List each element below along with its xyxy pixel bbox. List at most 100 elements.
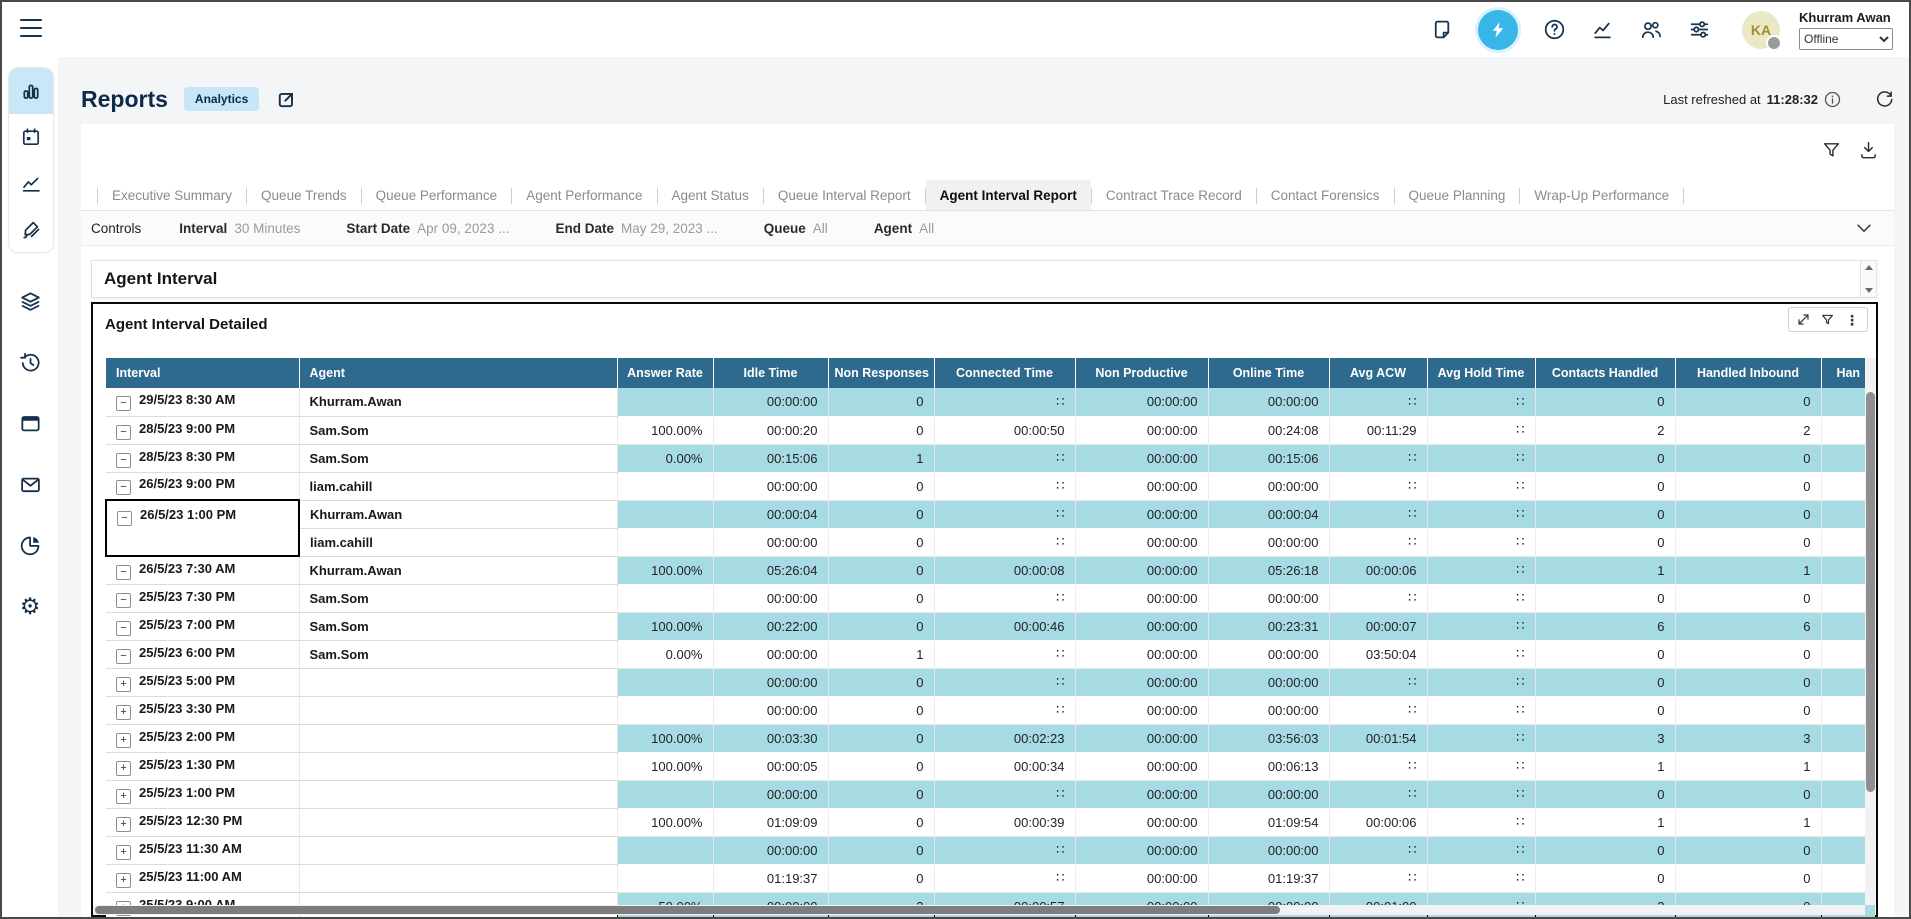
table-row[interactable]: +25/5/23 11:00 AM01:19:370∷00:00:0001:19… <box>106 864 1875 892</box>
table-row[interactable]: −28/5/23 8:30 PMSam.Som0.00%00:15:061∷00… <box>106 444 1875 472</box>
interval-cell[interactable]: +25/5/23 2:00 PM <box>106 724 299 752</box>
tab-wrap-up-performance[interactable]: Wrap-Up Performance <box>1520 180 1683 210</box>
vertical-scroll-thumb[interactable] <box>1866 392 1875 792</box>
page-scrollbar[interactable] <box>1860 261 1876 297</box>
focus-mode-icon[interactable] <box>1797 313 1810 326</box>
download-icon[interactable] <box>1859 140 1878 159</box>
refresh-icon[interactable] <box>1875 90 1894 109</box>
table-row[interactable]: liam.cahill00:00:000∷00:00:0000:00:00∷∷0… <box>106 528 1875 556</box>
settings-sliders-icon[interactable] <box>1688 18 1711 41</box>
table-row[interactable]: +25/5/23 3:30 PM00:00:000∷00:00:0000:00:… <box>106 696 1875 724</box>
more-options-icon[interactable]: ⋮ <box>1845 313 1859 327</box>
column-header-avg-hold-time[interactable]: Avg Hold Time <box>1427 358 1535 388</box>
column-header-avg-acw[interactable]: Avg ACW <box>1329 358 1427 388</box>
interval-cell[interactable]: −25/5/23 7:00 PM <box>106 612 299 640</box>
table-row[interactable]: −28/5/23 9:00 PMSam.Som100.00%00:00:2000… <box>106 416 1875 444</box>
interval-cell[interactable]: −28/5/23 9:00 PM <box>106 416 299 444</box>
collapse-row-icon[interactable]: − <box>116 593 131 608</box>
tab-executive-summary[interactable]: Executive Summary <box>98 180 246 210</box>
table-row[interactable]: −29/5/23 8:30 AMKhurram.Awan00:00:000∷00… <box>106 388 1875 416</box>
control-start-date[interactable]: Start DateApr 09, 2023 ... <box>346 221 509 236</box>
flash-icon[interactable] <box>1478 10 1518 50</box>
interval-cell[interactable]: +25/5/23 11:00 AM <box>106 864 299 892</box>
collapse-row-icon[interactable]: − <box>116 396 131 411</box>
agent-cell[interactable] <box>299 808 617 836</box>
interval-cell[interactable]: −26/5/23 1:00 PM <box>106 500 299 556</box>
hamburger-menu-icon[interactable] <box>20 19 42 37</box>
tab-agent-status[interactable]: Agent Status <box>658 180 763 210</box>
column-header-contacts-handled[interactable]: Contacts Handled <box>1535 358 1675 388</box>
collapse-row-icon[interactable]: − <box>117 511 132 526</box>
interval-cell[interactable]: +25/5/23 5:00 PM <box>106 668 299 696</box>
sidebar-item-layers[interactable] <box>2 279 58 323</box>
chevron-down-icon[interactable] <box>1854 218 1874 238</box>
note-icon[interactable] <box>1430 18 1453 41</box>
interval-cell[interactable]: +25/5/23 1:00 PM <box>106 780 299 808</box>
column-header-online-time[interactable]: Online Time <box>1208 358 1329 388</box>
table-row[interactable]: +25/5/23 1:00 PM00:00:000∷00:00:0000:00:… <box>106 780 1875 808</box>
expand-row-icon[interactable]: + <box>116 817 131 832</box>
expand-row-icon[interactable]: + <box>116 677 131 692</box>
sidebar-item-settings[interactable]: ⚙ <box>2 584 58 628</box>
column-header-agent[interactable]: Agent <box>299 358 617 388</box>
collapse-row-icon[interactable]: − <box>116 425 131 440</box>
agent-cell[interactable] <box>299 724 617 752</box>
tab-contract-trace-record[interactable]: Contract Trace Record <box>1092 180 1256 210</box>
expand-row-icon[interactable]: + <box>116 873 131 888</box>
agent-cell[interactable] <box>299 696 617 724</box>
collapse-row-icon[interactable]: − <box>116 621 131 636</box>
column-header-handled-inbound[interactable]: Handled Inbound <box>1675 358 1821 388</box>
interval-cell[interactable]: −25/5/23 7:30 PM <box>106 584 299 612</box>
column-header-connected-time[interactable]: Connected Time <box>934 358 1075 388</box>
expand-row-icon[interactable]: + <box>116 705 131 720</box>
table-row[interactable]: −25/5/23 6:00 PMSam.Som0.00%00:00:001∷00… <box>106 640 1875 668</box>
agent-cell[interactable]: liam.cahill <box>299 472 617 500</box>
agent-cell[interactable]: Khurram.Awan <box>299 388 617 416</box>
sidebar-item-design[interactable] <box>9 206 53 252</box>
agent-cell[interactable]: Khurram.Awan <box>299 500 617 528</box>
column-header-idle-time[interactable]: Idle Time <box>713 358 828 388</box>
agent-cell[interactable]: Sam.Som <box>299 584 617 612</box>
interval-cell[interactable]: −26/5/23 7:30 AM <box>106 556 299 584</box>
control-interval[interactable]: Interval30 Minutes <box>179 221 300 236</box>
expand-row-icon[interactable]: + <box>116 845 131 860</box>
tab-queue-interval-report[interactable]: Queue Interval Report <box>764 180 925 210</box>
control-queue[interactable]: QueueAll <box>764 221 828 236</box>
column-header-interval[interactable]: Interval <box>106 358 299 388</box>
table-horizontal-scrollbar[interactable] <box>93 905 1865 915</box>
collapse-row-icon[interactable]: − <box>116 565 131 580</box>
tab-queue-planning[interactable]: Queue Planning <box>1395 180 1520 210</box>
metrics-icon[interactable] <box>1591 18 1614 41</box>
tab-contact-forensics[interactable]: Contact Forensics <box>1257 180 1394 210</box>
agent-cell[interactable] <box>299 780 617 808</box>
table-row[interactable]: +25/5/23 12:30 PM100.00%01:09:09000:00:3… <box>106 808 1875 836</box>
agent-cell[interactable] <box>299 836 617 864</box>
interval-cell[interactable]: +25/5/23 3:30 PM <box>106 696 299 724</box>
tab-agent-performance[interactable]: Agent Performance <box>512 180 656 210</box>
sidebar-item-schedule[interactable] <box>9 114 53 160</box>
column-header-non-responses[interactable]: Non Responses <box>828 358 934 388</box>
agent-cell[interactable]: Khurram.Awan <box>299 556 617 584</box>
interval-cell[interactable]: −29/5/23 8:30 AM <box>106 388 299 416</box>
scroll-down-icon[interactable] <box>1865 288 1873 293</box>
agent-cell[interactable] <box>299 752 617 780</box>
agent-cell[interactable]: Sam.Som <box>299 416 617 444</box>
external-link-icon[interactable] <box>275 89 296 110</box>
table-row[interactable]: −25/5/23 7:30 PMSam.Som00:00:000∷00:00:0… <box>106 584 1875 612</box>
table-row[interactable]: +25/5/23 11:30 AM00:00:000∷00:00:0000:00… <box>106 836 1875 864</box>
horizontal-scroll-thumb[interactable] <box>95 906 1280 914</box>
agents-icon[interactable] <box>1639 18 1663 42</box>
sidebar-item-workspace[interactable] <box>2 401 58 445</box>
column-header-answer-rate[interactable]: Answer Rate <box>617 358 713 388</box>
agent-cell[interactable]: Sam.Som <box>299 612 617 640</box>
scroll-up-icon[interactable] <box>1865 265 1873 270</box>
expand-row-icon[interactable]: + <box>116 733 131 748</box>
agent-cell[interactable]: Sam.Som <box>299 444 617 472</box>
tab-agent-interval-report[interactable]: Agent Interval Report <box>926 180 1091 210</box>
agent-cell[interactable] <box>299 864 617 892</box>
expand-row-icon[interactable]: + <box>116 761 131 776</box>
collapse-row-icon[interactable]: − <box>116 480 131 495</box>
tab-queue-performance[interactable]: Queue Performance <box>362 180 512 210</box>
interval-cell[interactable]: −25/5/23 6:00 PM <box>106 640 299 668</box>
interval-cell[interactable]: +25/5/23 1:30 PM <box>106 752 299 780</box>
